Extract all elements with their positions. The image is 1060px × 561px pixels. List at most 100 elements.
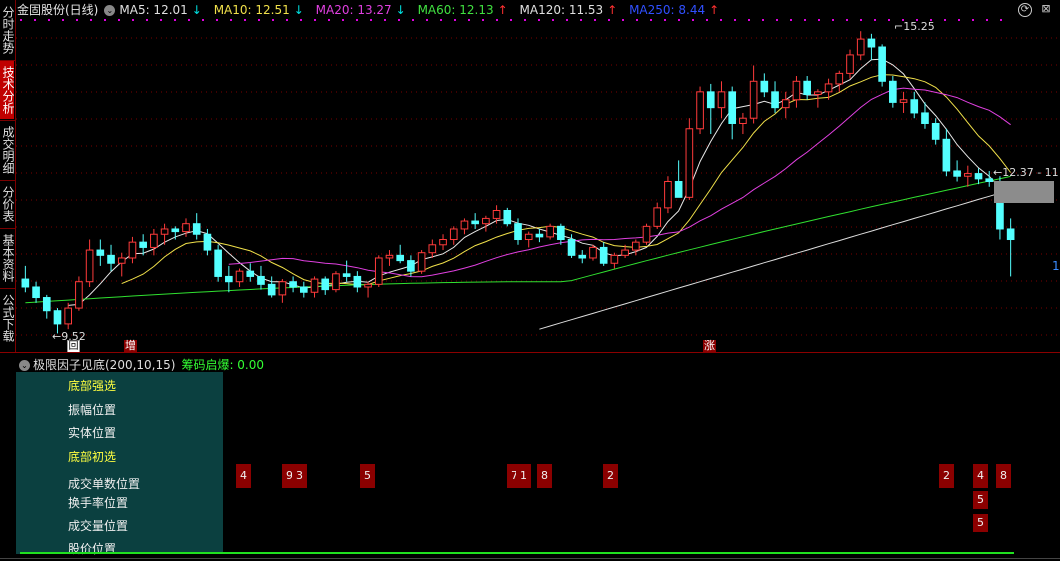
candle <box>792 80 801 101</box>
candle <box>653 207 662 227</box>
moving-average-lines <box>25 58 1011 330</box>
candle <box>96 249 105 256</box>
indicator-extra: 筹码启爆: 0.00 <box>181 358 265 372</box>
event-dot <box>104 19 106 21</box>
candle <box>374 257 383 285</box>
candles <box>21 31 1015 334</box>
event-dot <box>398 19 400 21</box>
event-dot <box>384 19 386 21</box>
candle <box>353 275 362 288</box>
indicator-dropdown-icon[interactable]: ⌄ <box>19 360 30 371</box>
candle <box>728 91 737 124</box>
event-dot <box>370 19 372 21</box>
bottom-scroll-line <box>0 558 1060 559</box>
event-dot <box>230 19 232 21</box>
tab-chengjiao[interactable]: 成交明细 <box>0 122 15 178</box>
event-dot <box>510 19 512 21</box>
event-dot <box>440 19 442 21</box>
row-bottom-strong: 底部强选 <box>68 379 117 393</box>
candle <box>64 307 73 325</box>
candle <box>492 210 501 219</box>
candle <box>664 181 672 209</box>
row-body: 实体位置 <box>68 426 117 440</box>
candle <box>824 83 833 93</box>
right-edge-number: 1 <box>1052 259 1060 273</box>
event-dot <box>146 19 148 21</box>
event-dots <box>20 19 1002 21</box>
event-dot <box>692 19 694 21</box>
candle <box>257 275 265 285</box>
event-dot <box>874 19 876 21</box>
candle <box>599 246 608 264</box>
tab-jishu[interactable]: 技术分析 <box>0 61 15 119</box>
price-tag-label: ←12.37 - 11 <box>993 166 1059 179</box>
candle <box>482 217 490 225</box>
candle <box>846 54 854 74</box>
event-dot <box>622 19 624 21</box>
candle <box>589 246 597 259</box>
candle <box>214 249 222 277</box>
marker-zeng[interactable]: 增 <box>124 340 137 352</box>
tab-fenjia[interactable]: 分价表 <box>0 182 15 226</box>
close-icon[interactable]: ⊠ <box>1040 3 1052 15</box>
event-dot <box>818 19 820 21</box>
candle <box>814 91 822 95</box>
price-highlight-box <box>994 181 1054 203</box>
event-dot <box>538 19 540 21</box>
marker-zhang[interactable]: 涨 <box>703 340 716 352</box>
tab-gongshi[interactable]: 公式下载 <box>0 290 15 346</box>
candle <box>75 281 83 309</box>
candle <box>781 99 790 109</box>
candle <box>192 223 201 235</box>
ma5-line <box>68 58 1011 306</box>
candle <box>963 173 972 177</box>
row-bottom-initial: 底部初选 <box>68 450 117 464</box>
tab-fenshi[interactable]: 分时走势 <box>0 2 15 58</box>
event-dot <box>160 19 162 21</box>
signal-box: 2 <box>939 464 954 488</box>
event-dot <box>174 19 176 21</box>
candle <box>889 80 897 103</box>
candle <box>385 254 394 259</box>
candle <box>910 99 919 114</box>
event-dot <box>650 19 652 21</box>
chart-window: 分时走势 技术分析 成交明细 分价表 基本资料 公式下载 金固股份(日线) ⌄ MA… <box>0 0 1060 561</box>
candle <box>278 281 287 296</box>
candle <box>674 181 683 198</box>
candle <box>21 278 30 288</box>
candle <box>310 278 319 293</box>
candle <box>631 241 640 251</box>
candle <box>364 283 372 288</box>
candle <box>182 223 190 233</box>
candle <box>85 249 94 283</box>
candle <box>760 80 769 93</box>
candle <box>117 257 126 264</box>
refresh-icon[interactable]: ⟳ <box>1018 3 1032 17</box>
candle <box>835 72 844 85</box>
candle <box>235 270 244 283</box>
candle <box>621 249 629 256</box>
signal-box: 5 <box>973 491 988 509</box>
event-dot <box>776 19 778 21</box>
signal-box: 5 <box>973 514 988 532</box>
event-dot <box>482 19 484 21</box>
candle <box>942 138 951 172</box>
candle <box>160 228 169 235</box>
event-dot <box>860 19 862 21</box>
event-dot <box>888 19 890 21</box>
event-dot <box>244 19 246 21</box>
ma20-line <box>228 87 1011 278</box>
candle <box>610 254 619 264</box>
candle <box>246 270 255 277</box>
candle <box>449 228 458 241</box>
chart-header: 金固股份(日线) ⌄ MA5: 12.01 ↓ MA10: 12.51 ↓ MA20: … <box>17 1 727 17</box>
event-dot <box>580 19 582 21</box>
tab-jiben[interactable]: 基本资料 <box>0 230 15 286</box>
candle <box>771 91 779 109</box>
event-dot <box>90 19 92 21</box>
candle <box>1006 228 1015 241</box>
settings-dropdown-icon[interactable]: ⌄ <box>104 5 116 16</box>
candle <box>803 80 811 95</box>
candle <box>706 91 715 109</box>
signal-box: 1 <box>516 464 531 488</box>
